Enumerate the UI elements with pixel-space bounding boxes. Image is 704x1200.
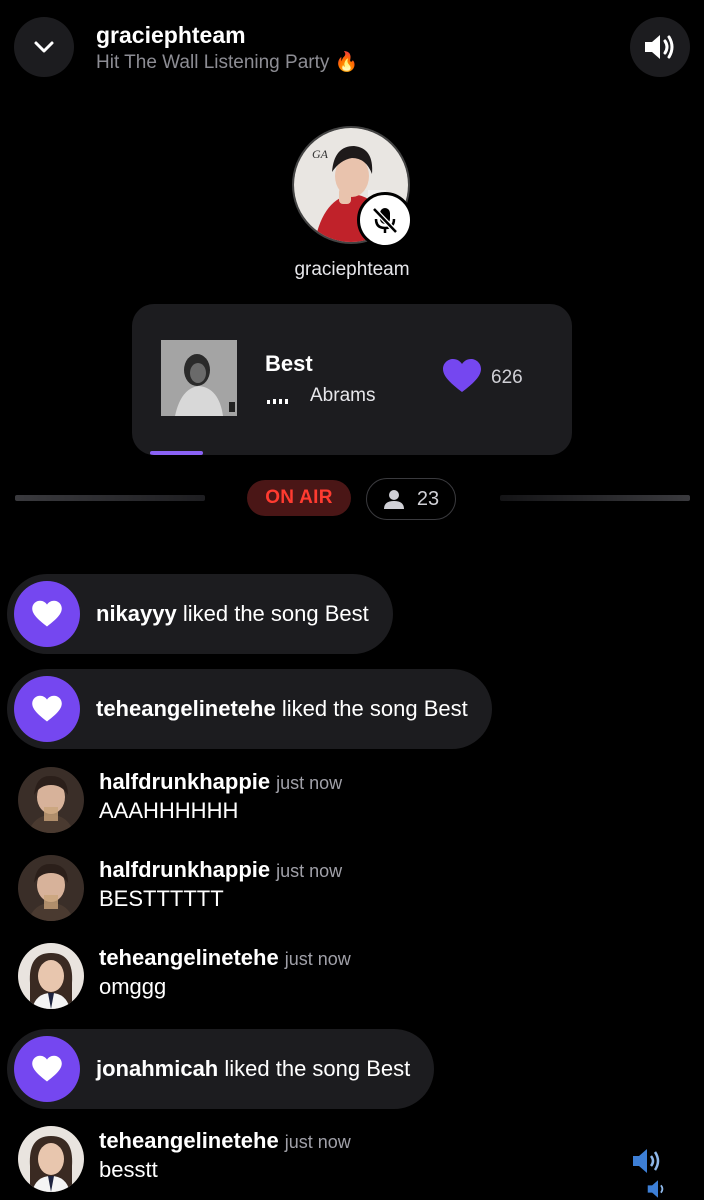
speaker-icon bbox=[647, 1180, 664, 1198]
like-count: 626 bbox=[491, 367, 523, 388]
heart-badge bbox=[14, 1036, 80, 1102]
like-event-user[interactable]: teheangelinetehe bbox=[96, 696, 276, 721]
host-avatar-container[interactable]: GA bbox=[292, 126, 413, 248]
chat-user-name[interactable]: teheangelinetehe bbox=[99, 945, 279, 970]
like-event-text: nikayyy liked the song Best bbox=[96, 601, 369, 627]
chat-text: omggg bbox=[99, 974, 167, 999]
svg-text:GA: GA bbox=[312, 147, 329, 161]
like-event-user[interactable]: nikayyy bbox=[96, 601, 177, 626]
host-avatar-name: graciephteam bbox=[294, 259, 410, 280]
chevron-down-icon bbox=[34, 41, 54, 53]
heart-icon bbox=[32, 600, 62, 627]
speaker-icon bbox=[633, 1149, 660, 1173]
like-event: jonahmicah liked the song Best bbox=[7, 1029, 435, 1109]
like-event-message: liked the song Best bbox=[275, 696, 468, 721]
person-icon bbox=[383, 490, 404, 509]
sound-button[interactable] bbox=[630, 17, 690, 77]
like-event-text: teheangelinetehe liked the song Best bbox=[96, 696, 468, 722]
song-progress-bar bbox=[150, 451, 554, 455]
chat-message: halfdrunkhappie just now BESTTTTTT bbox=[18, 855, 618, 925]
listener-count: 23 bbox=[416, 487, 440, 510]
avatar[interactable] bbox=[18, 855, 84, 921]
listener-count-button[interactable]: 23 bbox=[366, 478, 456, 520]
chat-text: BESTTTTTT bbox=[99, 886, 224, 911]
like-event-text: jonahmicah liked the song Best bbox=[96, 1056, 410, 1082]
status-row: ON AIR 23 bbox=[0, 476, 704, 522]
chat-username: teheangelinetehe just now bbox=[99, 945, 351, 971]
equalizer-icon bbox=[267, 390, 288, 404]
avatar[interactable] bbox=[18, 943, 84, 1009]
like-event-message: liked the song Best bbox=[176, 601, 369, 626]
heart-icon bbox=[32, 695, 62, 722]
speaker-icon bbox=[645, 35, 674, 59]
chat-user-name[interactable]: halfdrunkhappie bbox=[99, 857, 270, 882]
host-name[interactable]: graciephteam bbox=[96, 22, 246, 49]
on-air-badge: ON AIR bbox=[247, 480, 351, 516]
now-playing-card[interactable]: Best Abrams 626 bbox=[132, 304, 572, 455]
song-artist: Abrams bbox=[310, 385, 376, 406]
avatar[interactable] bbox=[18, 1126, 84, 1192]
chat-username: halfdrunkhappie just now bbox=[99, 769, 342, 795]
album-art bbox=[161, 340, 237, 416]
collapse-button[interactable] bbox=[14, 17, 74, 77]
chat-username: halfdrunkhappie just now bbox=[99, 857, 342, 883]
chat-message: teheangelinetehe just now besstt bbox=[18, 1126, 618, 1196]
song-title: Best bbox=[265, 351, 313, 376]
room-header: graciephteam Hit The Wall Listening Part… bbox=[0, 0, 704, 100]
divider-left bbox=[15, 495, 205, 501]
chat-message: halfdrunkhappie just now AAAHHHHHH bbox=[18, 767, 618, 837]
chat-timestamp: just now bbox=[276, 773, 343, 793]
chat-timestamp: just now bbox=[284, 1132, 351, 1152]
mic-off-icon bbox=[372, 207, 398, 234]
chat-timestamp: just now bbox=[284, 949, 351, 969]
song-progress-fill bbox=[150, 451, 203, 455]
room-title: Hit The Wall Listening Party 🔥 bbox=[96, 52, 359, 73]
divider-right bbox=[500, 495, 690, 501]
like-event: teheangelinetehe liked the song Best bbox=[7, 669, 492, 749]
avatar[interactable] bbox=[18, 767, 84, 833]
chat-text: AAAHHHHHH bbox=[99, 798, 239, 823]
chat-user-name[interactable]: halfdrunkhappie bbox=[99, 769, 270, 794]
chat-timestamp: just now bbox=[276, 861, 343, 881]
like-event-message: liked the song Best bbox=[218, 1056, 411, 1081]
heart-icon bbox=[32, 1055, 62, 1082]
chat-message: teheangelinetehe just now omggg bbox=[18, 943, 618, 1013]
heart-badge bbox=[14, 581, 80, 647]
chat-username: teheangelinetehe just now bbox=[99, 1128, 351, 1154]
heart-icon[interactable] bbox=[442, 358, 482, 394]
like-event: nikayyy liked the song Best bbox=[7, 574, 393, 654]
like-event-user[interactable]: jonahmicah bbox=[96, 1056, 218, 1081]
heart-badge bbox=[14, 676, 80, 742]
chat-text: besstt bbox=[99, 1157, 158, 1182]
host-muted-badge bbox=[357, 192, 413, 248]
chat-user-name[interactable]: teheangelinetehe bbox=[99, 1128, 279, 1153]
